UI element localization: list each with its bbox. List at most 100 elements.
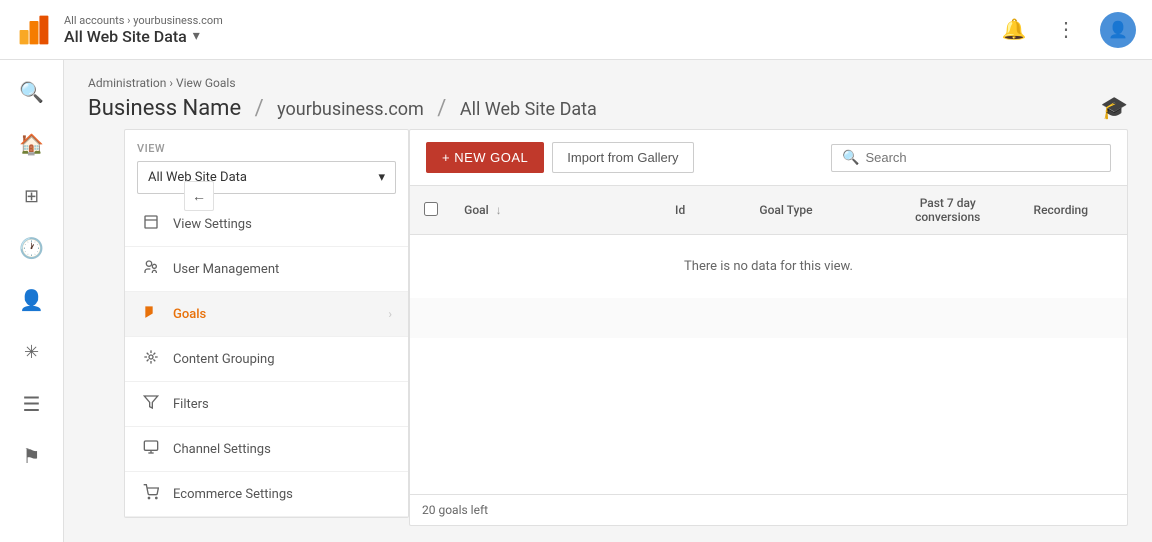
- import-gallery-button[interactable]: Import from Gallery: [552, 142, 693, 173]
- nav-label-user-management: User Management: [173, 262, 279, 277]
- view-label: VIEW: [137, 142, 396, 155]
- person-icon: 👤: [19, 288, 44, 312]
- site-data-text: All Web Site Data: [460, 99, 597, 120]
- home-icon: 🏠: [19, 132, 44, 156]
- notification-button[interactable]: 🔔: [996, 12, 1032, 48]
- type-col-label: Goal Type: [759, 203, 812, 217]
- search-input[interactable]: [865, 150, 1100, 165]
- id-col-label: Id: [675, 203, 685, 217]
- view-selector: VIEW All Web Site Data ▾: [125, 130, 408, 202]
- nav-item-filters[interactable]: Filters: [125, 382, 408, 427]
- user-avatar[interactable]: 👤: [1100, 12, 1136, 48]
- content-grouping-icon: [141, 349, 161, 369]
- business-name: Business Name: [88, 96, 241, 121]
- page-title-row: Business Name / yourbusiness.com / All W…: [88, 96, 1128, 121]
- back-arrow-button[interactable]: ←: [184, 181, 214, 211]
- goals-left-count: 20 goals left: [422, 503, 488, 517]
- nav-item-content-grouping[interactable]: Content Grouping: [125, 337, 408, 382]
- two-panel: ← VIEW All Web Site Data ▾: [64, 129, 1152, 542]
- avatar-icon: 👤: [1108, 20, 1128, 39]
- recording-col-label: Recording: [1034, 203, 1089, 217]
- title-dropdown-arrow[interactable]: ▾: [193, 28, 200, 44]
- nav-item-user-management[interactable]: User Management: [125, 247, 408, 292]
- title-sep2: /: [437, 96, 452, 121]
- page-title: Business Name / yourbusiness.com / All W…: [88, 96, 597, 121]
- nav-label-filters: Filters: [173, 397, 209, 412]
- header-title[interactable]: All Web Site Data ▾: [64, 27, 223, 46]
- type-col-header: Goal Type: [747, 186, 874, 235]
- view-dropdown[interactable]: All Web Site Data ▾: [137, 161, 396, 194]
- header-left: All accounts › yourbusiness.com All Web …: [16, 12, 223, 48]
- new-goal-button[interactable]: + NEW GOAL: [426, 142, 544, 173]
- left-nav: VIEW All Web Site Data ▾ View Settings: [124, 129, 409, 518]
- left-nav-wrapper: ← VIEW All Web Site Data ▾: [88, 129, 409, 526]
- nav-label-ecommerce-settings: Ecommerce Settings: [173, 487, 293, 502]
- nav-label-view-settings: View Settings: [173, 217, 252, 232]
- sidebar-item-behavior[interactable]: ☰: [8, 380, 56, 428]
- ga-logo: [16, 12, 52, 48]
- ecommerce-settings-icon: [141, 484, 161, 504]
- sort-down-icon: ↓: [496, 203, 502, 217]
- more-options-button[interactable]: ⋮: [1048, 12, 1084, 48]
- nav-item-ecommerce-settings[interactable]: Ecommerce Settings: [125, 472, 408, 517]
- recording-col-header: Recording: [1022, 186, 1127, 235]
- sidebar-item-acquisition[interactable]: ✳: [8, 328, 56, 376]
- top-header: All accounts › yourbusiness.com All Web …: [0, 0, 1152, 60]
- header-breadcrumb: All accounts › yourbusiness.com: [64, 14, 223, 27]
- nav-item-channel-settings[interactable]: Channel Settings: [125, 427, 408, 472]
- dashboard-icon: ⊞: [24, 186, 39, 207]
- search-icon: 🔍: [19, 80, 44, 104]
- sidebar-item-dashboard[interactable]: ⊞: [8, 172, 56, 220]
- main-layout: 🔍 🏠 ⊞ 🕐 👤 ✳ ☰ ⚑ Administration ›: [0, 60, 1152, 542]
- bell-icon: 🔔: [1002, 17, 1027, 42]
- right-panel: + NEW GOAL Import from Gallery 🔍: [409, 129, 1128, 526]
- sidebar-item-search[interactable]: 🔍: [8, 68, 56, 116]
- nav-label-content-grouping: Content Grouping: [173, 352, 275, 367]
- graduation-icon: 🎓: [1101, 96, 1128, 121]
- breadcrumb-view: View Goals: [176, 76, 236, 90]
- header-actions: 🔔 ⋮ 👤: [996, 12, 1136, 48]
- goals-icon: [141, 304, 161, 324]
- goals-toolbar: + NEW GOAL Import from Gallery 🔍: [410, 130, 1127, 186]
- title-sep1: /: [255, 96, 270, 121]
- search-box: 🔍: [831, 144, 1111, 172]
- clock-icon: 🕐: [19, 236, 44, 260]
- no-data-row: There is no data for this view.: [410, 235, 1127, 299]
- id-col-header: Id: [663, 186, 747, 235]
- no-data-cell: There is no data for this view.: [410, 235, 1127, 299]
- view-settings-icon: [141, 214, 161, 234]
- goals-footer: 20 goals left: [410, 494, 1127, 525]
- conversions-col-header: Past 7 dayconversions: [874, 186, 1022, 235]
- select-all-checkbox[interactable]: [424, 202, 438, 216]
- sidebar-icons: 🔍 🏠 ⊞ 🕐 👤 ✳ ☰ ⚑: [0, 60, 64, 542]
- breadcrumb-nav: Administration › View Goals: [88, 76, 1128, 90]
- conversions-col-label: Past 7 dayconversions: [915, 196, 980, 224]
- header-title-area: All accounts › yourbusiness.com All Web …: [64, 14, 223, 46]
- breadcrumb-admin: Administration: [88, 76, 166, 90]
- target-icon: ✳: [24, 342, 39, 363]
- sidebar-item-reports[interactable]: 🕐: [8, 224, 56, 272]
- goals-data-table: Goal ↓ Id Goal Type Past 7: [410, 186, 1127, 338]
- search-icon-sm: 🔍: [842, 150, 859, 166]
- goal-col-header[interactable]: Goal ↓: [452, 186, 663, 235]
- behavior-icon: ☰: [23, 392, 41, 416]
- filters-icon: [141, 394, 161, 414]
- sidebar-item-audience[interactable]: 👤: [8, 276, 56, 324]
- more-icon: ⋮: [1056, 17, 1076, 42]
- page-header: Administration › View Goals Business Nam…: [64, 60, 1152, 129]
- flag-icon: ⚑: [23, 444, 41, 468]
- goals-table: Goal ↓ Id Goal Type Past 7: [410, 186, 1127, 494]
- nav-label-channel-settings: Channel Settings: [173, 442, 271, 457]
- select-all-col: [410, 186, 452, 235]
- dropdown-chevron-icon: ▾: [378, 170, 385, 185]
- breadcrumb-sep: ›: [169, 76, 176, 90]
- empty-row: [410, 298, 1127, 338]
- nav-label-goals: Goals: [173, 307, 206, 322]
- sidebar-item-conversions[interactable]: ⚑: [8, 432, 56, 480]
- subdomain-text: yourbusiness.com: [277, 99, 424, 120]
- sidebar-item-home[interactable]: 🏠: [8, 120, 56, 168]
- user-management-icon: [141, 259, 161, 279]
- nav-item-goals[interactable]: Goals ›: [125, 292, 408, 337]
- goals-nav-arrow: ›: [388, 307, 392, 321]
- nav-item-view-settings[interactable]: View Settings: [125, 202, 408, 247]
